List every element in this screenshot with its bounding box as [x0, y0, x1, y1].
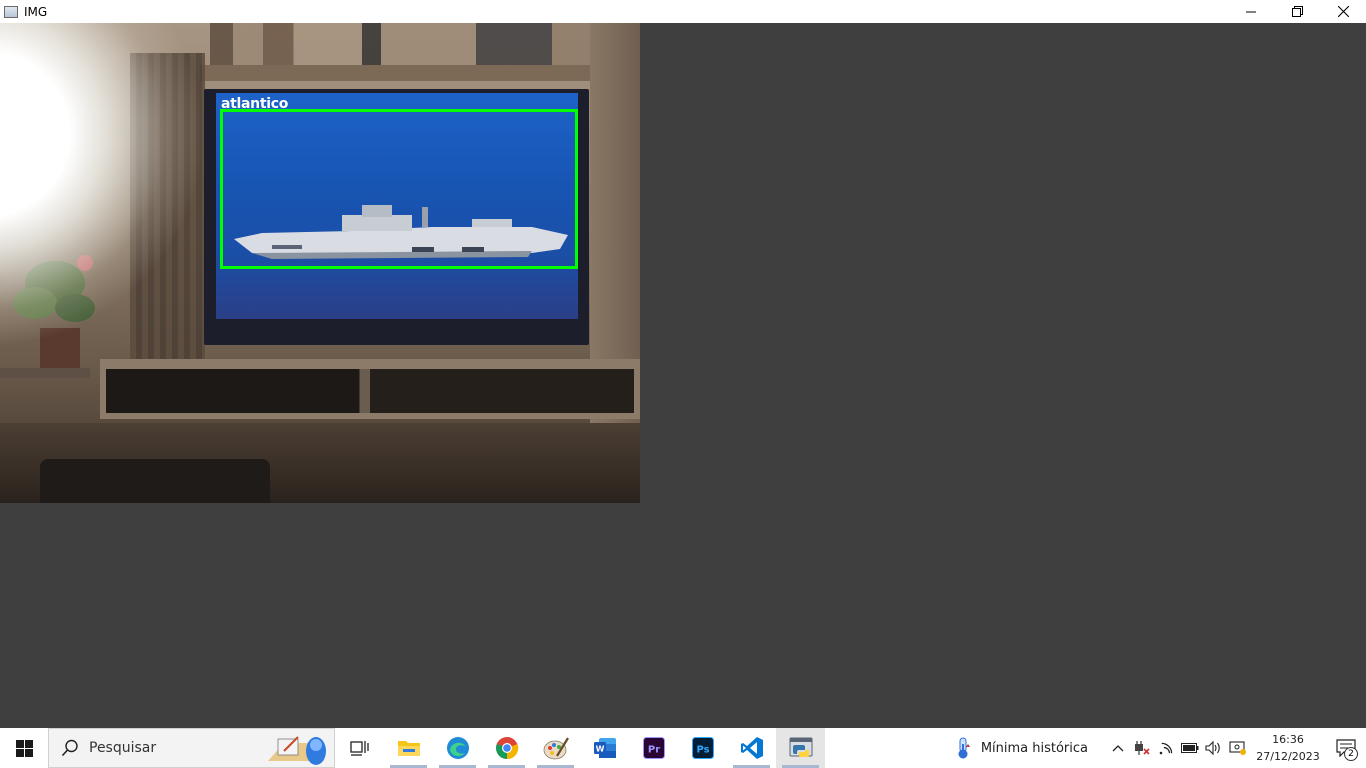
svg-text:Ps: Ps	[696, 745, 709, 756]
plug-warning-icon	[1135, 741, 1150, 755]
weather-widget[interactable]: Mínima histórica	[955, 736, 1088, 760]
clock-date: 27/12/2023	[1256, 750, 1320, 763]
python-window-button[interactable]	[776, 728, 825, 768]
vscode-icon	[740, 737, 763, 759]
photoshop-icon: Ps	[691, 737, 714, 759]
task-view-button[interactable]	[335, 728, 384, 768]
premiere-icon: Pr	[642, 737, 665, 759]
python-window-icon	[789, 737, 812, 757]
window-title: IMG	[24, 4, 48, 19]
search-placeholder: Pesquisar	[89, 740, 157, 756]
paint-icon	[543, 737, 569, 760]
device-status-button[interactable]	[1130, 728, 1154, 768]
restore-button[interactable]	[1274, 0, 1320, 23]
restore-icon	[1291, 6, 1303, 17]
notifications-button[interactable]: 2	[1326, 728, 1366, 768]
close-button[interactable]	[1320, 0, 1366, 23]
thermometer-icon	[958, 737, 970, 759]
search-highlight-art-icon	[268, 736, 326, 765]
detection-label: atlantico	[221, 96, 289, 112]
shelf-decor	[210, 23, 590, 65]
photoshop-button[interactable]: Ps	[678, 728, 727, 768]
minimize-icon	[1246, 11, 1256, 12]
detection-bounding-box	[220, 109, 578, 269]
system-tray: Mínima histórica 16:36 27/12/2023 2	[955, 728, 1366, 768]
word-button[interactable]: W	[580, 728, 629, 768]
show-hidden-icons-button[interactable]	[1106, 728, 1130, 768]
window-light-glare	[0, 23, 200, 343]
wifi-icon	[1159, 742, 1173, 755]
wifi-button[interactable]	[1154, 728, 1178, 768]
edge-icon	[446, 737, 469, 759]
title-bar: IMG	[0, 0, 1366, 23]
weather-text: Mínima histórica	[980, 740, 1088, 756]
chevron-up-icon	[1112, 745, 1124, 752]
taskbar-clock[interactable]: 16:36 27/12/2023	[1254, 731, 1322, 765]
battery-icon	[1181, 743, 1199, 753]
cabinet-slot	[106, 369, 634, 413]
premiere-button[interactable]: Pr	[629, 728, 678, 768]
windows-logo-icon	[15, 739, 33, 757]
close-icon	[1337, 6, 1349, 17]
speaker-icon	[1205, 741, 1220, 755]
window-controls	[1228, 0, 1366, 23]
chrome-icon	[495, 737, 518, 760]
file-explorer-icon	[397, 741, 420, 756]
word-icon: W	[593, 738, 616, 758]
notification-count-badge: 2	[1344, 747, 1358, 761]
wall-shelf	[200, 65, 590, 81]
task-view-icon	[349, 741, 369, 756]
sofa	[40, 459, 270, 503]
minimize-button[interactable]	[1228, 0, 1274, 23]
taskbar-search-box[interactable]: Pesquisar	[48, 728, 335, 768]
vscode-button[interactable]	[727, 728, 776, 768]
camera-frame: atlantico	[0, 23, 640, 503]
window-app-icon	[4, 5, 18, 18]
battery-button[interactable]	[1178, 728, 1202, 768]
side-table	[0, 368, 90, 378]
display-button[interactable]	[1226, 728, 1250, 768]
volume-button[interactable]	[1202, 728, 1226, 768]
image-viewport: atlantico	[0, 23, 1366, 728]
start-button[interactable]	[0, 728, 48, 768]
svg-text:Pr: Pr	[647, 745, 659, 756]
svg-text:W: W	[595, 745, 604, 754]
paint-button[interactable]	[531, 728, 580, 768]
search-icon	[61, 739, 79, 757]
monitor-warning-icon	[1229, 741, 1246, 755]
clock-time: 16:36	[1272, 733, 1304, 746]
file-explorer-button[interactable]	[384, 728, 433, 768]
taskbar: Pesquisar W Pr Ps Mínima histórica 16:36…	[0, 728, 1366, 768]
edge-button[interactable]	[433, 728, 482, 768]
chrome-button[interactable]	[482, 728, 531, 768]
